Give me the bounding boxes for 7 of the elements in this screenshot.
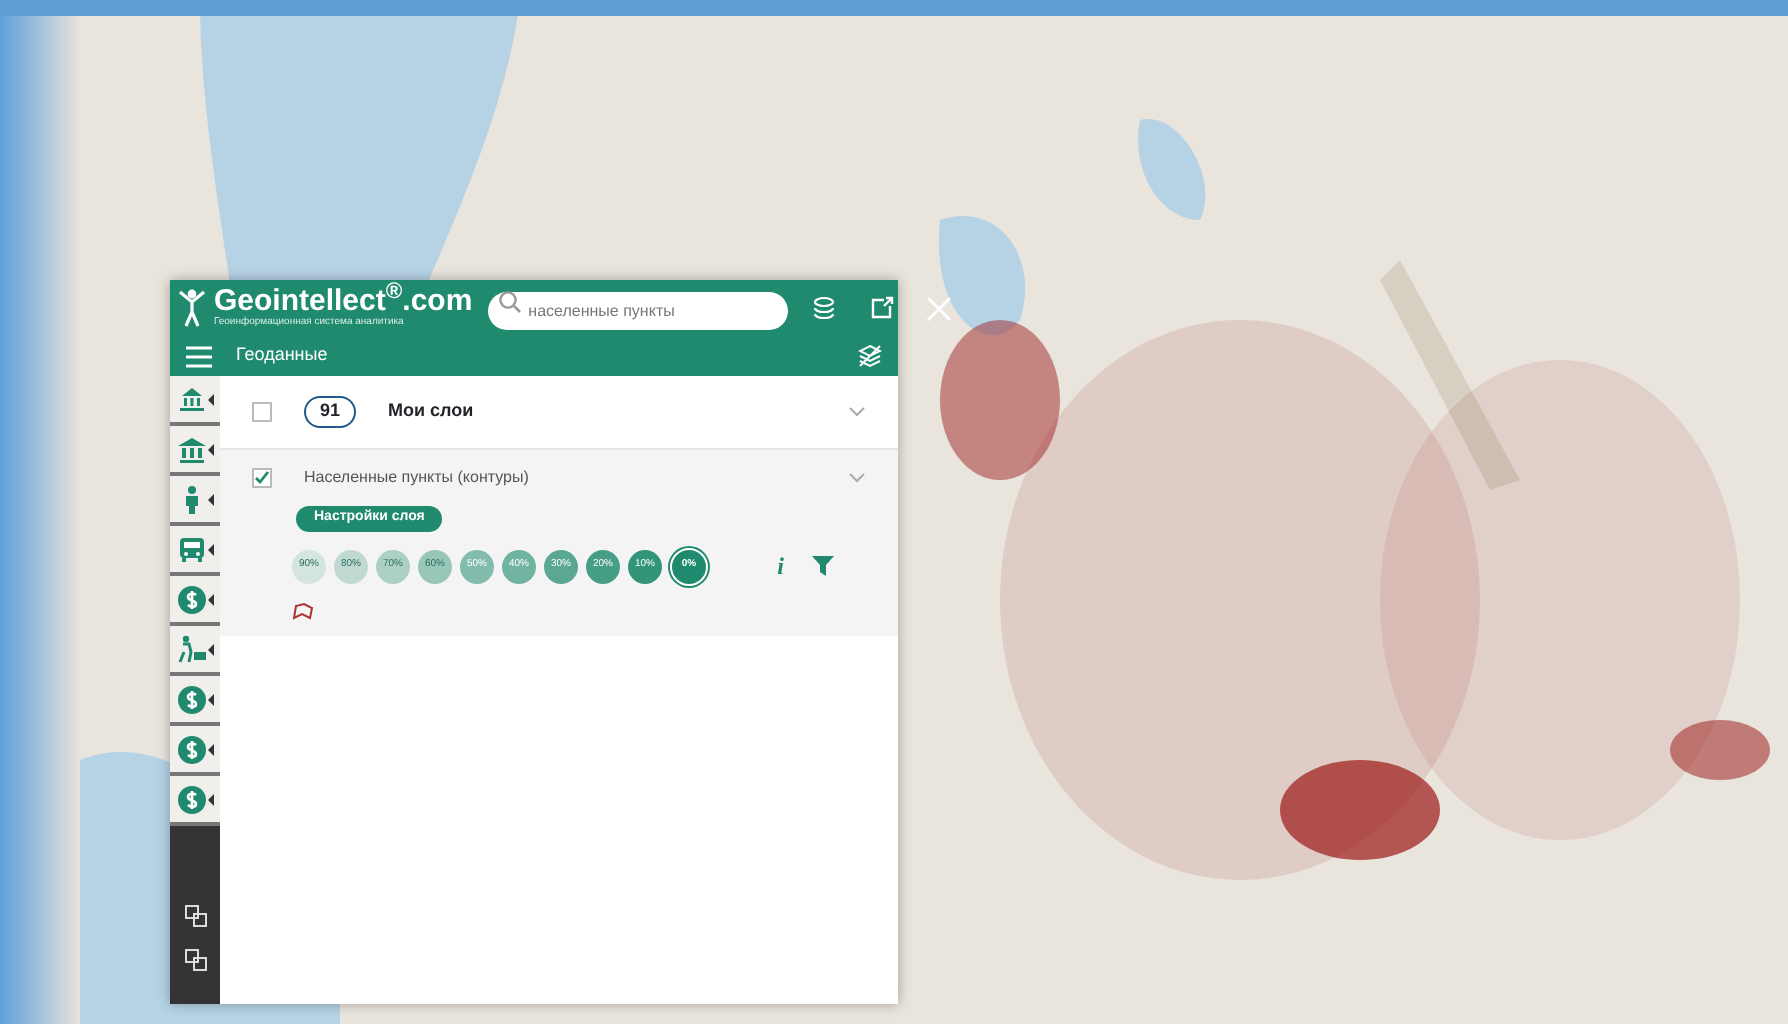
logo-text: Geointellect$^{®}$.com xyxy=(214,285,473,316)
panel-title: Геоданные xyxy=(236,342,328,369)
count-badge: 91 xyxy=(304,396,357,428)
group-title: Мои слои xyxy=(388,398,474,425)
info-button[interactable]: i xyxy=(773,552,788,580)
layer-name: Населенные пункты (контуры) xyxy=(304,466,529,490)
search-field[interactable]: населенные пункты xyxy=(488,292,789,330)
